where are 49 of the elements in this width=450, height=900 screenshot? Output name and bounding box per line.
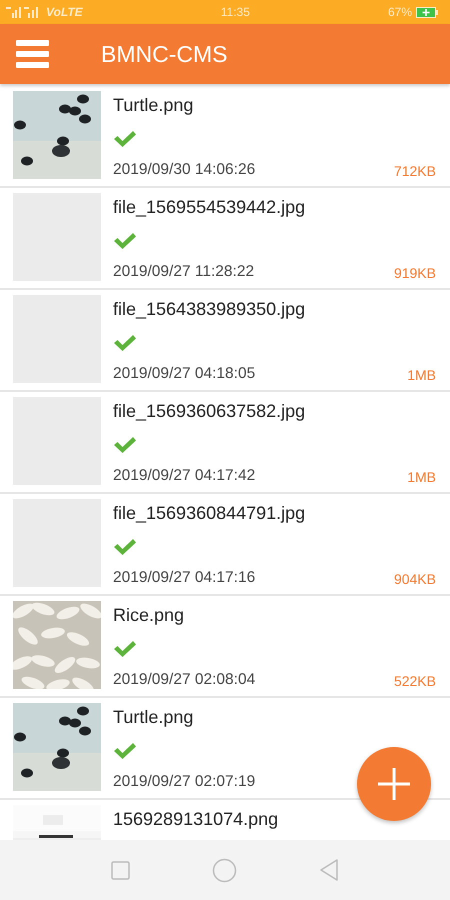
checkmark-icon [113, 130, 137, 148]
file-date: 2019/09/27 11:28:22 [113, 263, 254, 281]
file-row[interactable]: Turtle.png 2019/09/30 14:06:26 712KB [0, 86, 450, 188]
menu-button[interactable] [16, 39, 49, 69]
circle-icon [212, 858, 237, 882]
file-name: Rice.png [113, 605, 186, 626]
file-row[interactable]: file_1564383989350.jpg 2019/09/27 04:18:05 1MB [0, 290, 450, 392]
checkmark-icon [113, 640, 137, 658]
file-name: file_1569360637582.jpg [113, 401, 306, 422]
home-button[interactable] [212, 858, 237, 882]
file-name: 1569289131074.png [113, 809, 280, 830]
file-name: Turtle.png [113, 707, 194, 728]
battery-icon [416, 6, 438, 18]
recents-button[interactable] [111, 860, 130, 880]
app-title: BMNC-CMS [101, 40, 228, 68]
file-row[interactable]: file_1569554539442.jpg 2019/09/27 11:28:22 919KB [0, 188, 450, 290]
plus-icon [377, 767, 411, 801]
file-name: file_1564383989350.jpg [113, 299, 306, 320]
back-button[interactable] [319, 859, 339, 881]
checkmark-icon [113, 742, 137, 760]
triangle-icon [319, 859, 339, 881]
battery-percent: 67% [388, 5, 412, 19]
file-date: 2019/09/27 04:17:42 [113, 467, 256, 485]
file-size: 1MB [407, 469, 436, 485]
checkmark-icon [113, 232, 137, 250]
menu-icon [16, 39, 49, 69]
file-size: 1MB [407, 367, 436, 383]
square-icon [111, 860, 130, 880]
file-row[interactable]: file_1569360637582.jpg 2019/09/27 04:17:42 1MB [0, 392, 450, 494]
file-size: 712KB [394, 163, 436, 179]
network-label: VoLTE [46, 5, 83, 19]
file-row[interactable]: file_1569360844791.jpg 2019/09/27 04:17:16 904KB [0, 494, 450, 596]
clock: 11:35 [220, 5, 250, 19]
file-size: 904KB [394, 571, 436, 587]
file-date: 2019/09/27 04:18:05 [113, 365, 256, 383]
file-date: 2019/09/27 04:17:16 [113, 569, 256, 587]
file-size: 919KB [394, 265, 436, 281]
file-date: 2019/09/27 02:07:19 [113, 773, 256, 791]
file-date: 2019/09/27 02:08:04 [113, 671, 256, 689]
file-name: file_1569360844791.jpg [113, 503, 306, 524]
file-row[interactable]: Rice.png 2019/09/27 02:08:04 522KB [0, 596, 450, 698]
file-size: 522KB [394, 673, 436, 689]
file-name: Turtle.png [113, 95, 194, 116]
add-button[interactable] [357, 747, 431, 821]
file-name: file_1569554539442.jpg [113, 197, 306, 218]
file-date: 2019/09/30 14:06:26 [113, 161, 256, 179]
checkmark-icon [113, 538, 137, 556]
checkmark-icon [113, 334, 137, 352]
checkmark-icon [113, 436, 137, 454]
